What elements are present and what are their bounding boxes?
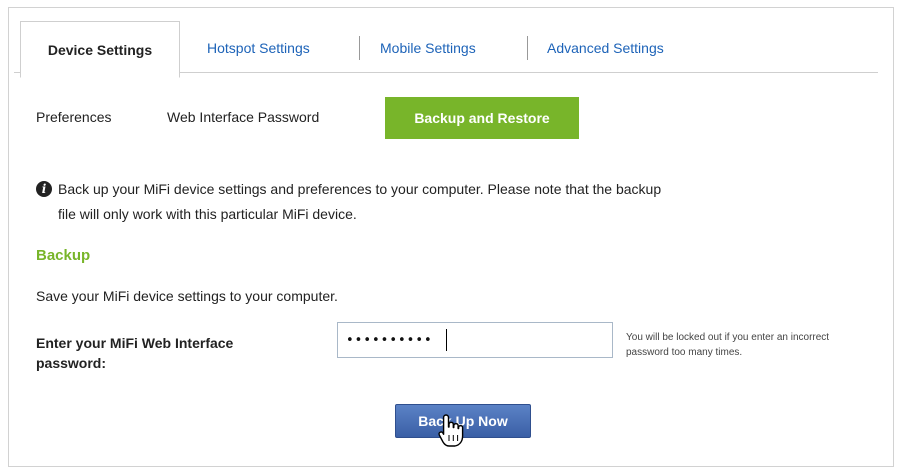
- info-message-line1: Back up your MiFi device settings and pr…: [58, 181, 662, 197]
- info-message-line2: file will only work with this particular…: [58, 206, 357, 222]
- hand-cursor-icon: [438, 414, 464, 447]
- info-icon: i: [36, 181, 52, 197]
- subtab-web-interface-password[interactable]: Web Interface Password: [167, 109, 319, 125]
- tab-separator: [527, 36, 528, 60]
- password-input[interactable]: [337, 322, 613, 358]
- backup-description: Save your MiFi device settings to your c…: [36, 288, 338, 304]
- tab-mobile-settings[interactable]: Mobile Settings: [380, 40, 476, 56]
- text-caret: [446, 329, 447, 351]
- tab-advanced-settings[interactable]: Advanced Settings: [547, 40, 664, 56]
- tab-separator: [359, 36, 360, 60]
- backup-section-title: Backup: [36, 247, 91, 264]
- subtab-backup-and-restore[interactable]: Backup and Restore: [385, 97, 579, 139]
- password-hint: You will be locked out if you enter an i…: [626, 332, 830, 358]
- tab-device-settings[interactable]: Device Settings: [20, 21, 180, 78]
- tab-hotspot-settings[interactable]: Hotspot Settings: [207, 40, 310, 56]
- password-label: Enter your MiFi Web Interface password:: [36, 335, 234, 371]
- info-message: Back up your MiFi device settings and pr…: [58, 177, 868, 227]
- subtab-preferences[interactable]: Preferences: [36, 109, 111, 125]
